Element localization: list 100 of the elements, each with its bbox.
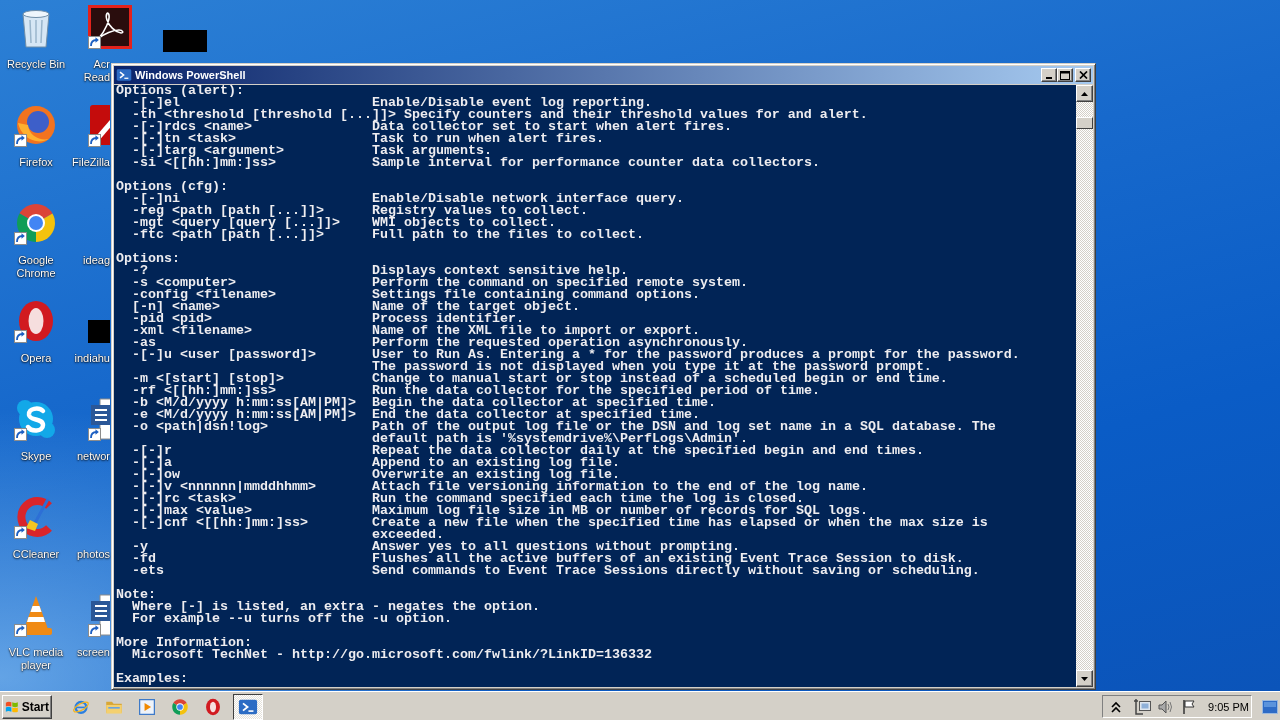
option-syntax: -y <box>132 541 148 553</box>
option-description: Task arguments. <box>372 145 492 157</box>
minimize-button[interactable] <box>1041 68 1057 82</box>
option-description: Perform the command on specified remote system. <box>372 277 748 289</box>
icon-label: VLC media player <box>8 646 64 672</box>
console-text: For example --u turns off the -u option. <box>132 613 452 625</box>
icon-label: indiahu <box>74 352 110 365</box>
terminal-icon <box>116 67 132 83</box>
option-syntax: -b <M/d/yyyy h:mm:ss[AM|PM]> <box>132 397 356 409</box>
option-syntax: -[-]cnf <[[hh:]mm:]ss> <box>132 517 308 532</box>
option-syntax: -e <M/d/yyyy h:mm:ss[AM|PM]> <box>132 409 356 421</box>
icon-label: Skype <box>20 450 52 463</box>
option-syntax: -config <filename> <box>132 289 276 301</box>
option-description: Process identifier. <box>372 313 524 325</box>
option-description: Repeat the data collector daily at the specified begin and end times. <box>372 445 924 457</box>
option-description: Data collector set to start when alert fires. <box>372 121 732 133</box>
wave-circle-icon[interactable] <box>14 397 58 441</box>
icon-label: ideag <box>83 254 110 267</box>
option-syntax: -[-]ni <box>132 193 180 205</box>
icon-label: FileZilla <box>72 156 110 169</box>
segmented-circle-icon[interactable] <box>14 201 58 245</box>
option-syntax: -[-]rdcs <name> <box>132 121 252 133</box>
section-heading: More Information: <box>116 637 252 649</box>
scroll-up-button[interactable] <box>1076 85 1093 102</box>
swirl-tile-icon[interactable] <box>88 5 132 49</box>
section-heading: Examples: <box>116 673 188 685</box>
option-syntax: -? <box>132 265 148 277</box>
option-description: Perform the requested operation asynchronously. <box>372 337 748 349</box>
scroll-down-button[interactable] <box>1076 670 1093 687</box>
close-button[interactable] <box>1075 68 1091 82</box>
option-description: Flushes all the active buffers of an existing Event Trace Session to disk. <box>372 553 964 565</box>
up-arrow-icon <box>1081 91 1088 96</box>
option-syntax: -s <computer> <box>132 277 236 289</box>
option-syntax: -fd <box>132 553 156 565</box>
segmented-circle-icon[interactable] <box>171 697 189 716</box>
option-syntax: -m <[start] [stop]> <box>132 373 284 385</box>
slash-tile-icon[interactable] <box>88 103 110 147</box>
icon-label: CCleaner <box>12 548 60 561</box>
option-description: Run the command specified each time the log is closed. <box>372 493 804 505</box>
option-description: Maximum log file size in MB or number of records for SQL logs. <box>372 505 868 517</box>
icon-label: photos <box>76 548 110 561</box>
option-syntax: -th <threshold [threshold [...]]> <box>132 109 396 121</box>
console-text: Where [-] is listed, an extra - negates the option. <box>132 601 540 613</box>
option-description: Name of the XML file to import or export. <box>372 325 700 337</box>
section-heading: Options: <box>116 253 180 265</box>
maximize-button[interactable] <box>1057 68 1073 82</box>
globe-icon[interactable] <box>14 103 58 147</box>
redacted-block <box>163 30 207 52</box>
option-description: Send commands to Event Trace Sessions directly without saving or scheduling. <box>372 565 980 577</box>
option-syntax: -pid <pid> <box>132 313 212 325</box>
option-description: Path of the output log file or the DSN and log set name in a SQL database. The default path is '%systemdrive%\PerfLogs\Admin'. <box>372 421 996 445</box>
icon-label: Google Chrome <box>16 254 56 280</box>
icon-label: networ <box>76 450 110 463</box>
option-syntax: [-n] <name> <box>132 301 220 313</box>
clock[interactable]: 9:05 PM <box>1208 700 1249 713</box>
option-description: Displays context sensitive help. <box>372 265 628 277</box>
option-syntax: -ets <box>132 565 164 577</box>
speaker-icon[interactable] <box>1157 698 1173 715</box>
option-description: Enable/Disable event log reporting. <box>372 97 652 109</box>
option-description: Registry values to collect. <box>372 205 588 217</box>
scrollbar-thumb[interactable] <box>1076 117 1093 129</box>
option-description: Enable/Disable network interface query. <box>372 193 684 205</box>
option-description: Name of the target object. <box>372 301 580 313</box>
console-text: Microsoft TechNet - http://go.microsoft.com/fwlink/?LinkID=136332 <box>132 649 652 661</box>
option-description: Create a new file when the specified time has elapsed or when the max size is exceeded. <box>372 517 988 541</box>
minimize-icon <box>1046 77 1052 79</box>
option-description: Task to run when alert fires. <box>372 133 604 145</box>
chevron-up-icon[interactable] <box>1111 700 1121 713</box>
option-description: Settings file containing command options. <box>372 289 700 301</box>
icon-label: Opera <box>20 352 52 365</box>
redacted-block <box>88 320 110 343</box>
option-description: Sample interval for performance counter data collectors. <box>372 157 820 169</box>
option-syntax: -[-]rc <task> <box>132 493 236 505</box>
taskbar-button[interactable] <box>233 693 263 720</box>
option-syntax: -rf <[[hh:]mm:]ss> <box>132 385 276 397</box>
option-syntax: -[-]el <box>132 97 180 109</box>
start-button[interactable]: Start <box>2 694 52 719</box>
section-heading: Options (cfg): <box>116 181 228 193</box>
maximize-icon <box>1060 70 1070 80</box>
option-syntax: -xml <filename> <box>132 325 252 337</box>
ring-icon[interactable] <box>204 697 222 716</box>
icon-label: Recycle Bin <box>6 58 66 71</box>
option-description: Append to an existing log file. <box>372 457 620 469</box>
network-icon[interactable] <box>1133 698 1151 715</box>
option-syntax: -[-]ow <box>132 469 180 481</box>
option-description: Run the data collector for the specified period of time. <box>372 385 820 397</box>
option-description: Specify counters and their threshold values for and alert. <box>403 109 868 121</box>
play-icon[interactable] <box>138 697 156 716</box>
option-syntax: -[-]tn <task> <box>132 133 236 145</box>
option-description: User to Run As. Entering a * for the password produces a prompt for the password. The password is not displayed when you type it at the password prompt. <box>372 349 1020 373</box>
option-description: Change to manual start or stop instead of a scheduled begin or end time. <box>372 373 948 385</box>
option-syntax: -[-]v <nnnnnn|mmddhhmm> <box>132 481 316 493</box>
section-heading: Note: <box>116 589 156 601</box>
option-syntax: -[-]u <user [password]> <box>132 349 316 364</box>
option-syntax: -[-]a <box>132 457 172 469</box>
option-description: End the data collector at specified time. <box>372 409 700 421</box>
option-syntax: -reg <path [path [...]]> <box>132 205 324 217</box>
option-syntax: -si <[[hh:]mm:]ss> <box>132 157 276 169</box>
show-desktop-icon[interactable] <box>1262 699 1278 714</box>
flag-icon[interactable] <box>1181 698 1197 715</box>
